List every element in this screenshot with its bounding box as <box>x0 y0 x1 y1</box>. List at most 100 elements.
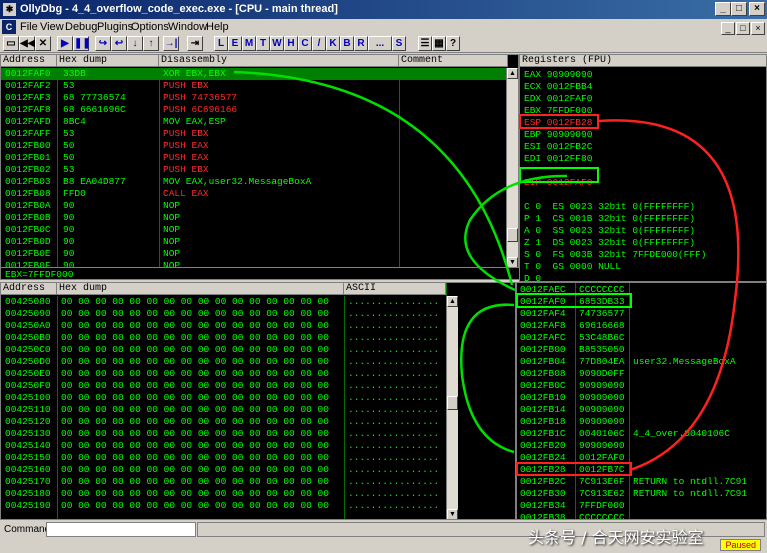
call-stack-button[interactable]: K <box>326 36 340 51</box>
stack-row[interactable]: 0012FB14 90909090 <box>517 404 766 416</box>
stack-row[interactable]: 0012FB2C 7C913E6F RETURN to ntdll.7C91 <box>517 476 766 488</box>
scroll-up-icon[interactable]: ▲ <box>447 296 458 307</box>
disasm-row[interactable]: 0012FAFD 8BC4 MOV EAX,ESP <box>1 116 508 128</box>
disasm-col-comment[interactable]: Comment <box>399 55 508 67</box>
disasm-row[interactable]: 0012FAFF 53 PUSH EBX <box>1 128 508 140</box>
disasm-row[interactable]: 0012FB01 50 PUSH EAX <box>1 152 508 164</box>
stack-pane[interactable]: 0012FAEC CCCCCCCC 0012FAF0 6853DB33 0012FAF4… <box>516 282 767 520</box>
register-line[interactable]: EDI 0012FF80 <box>524 153 592 165</box>
disasm-row[interactable]: 0012FAF3 68 77736574 PUSH 74736577 <box>1 92 508 104</box>
close-button[interactable]: × <box>749 2 765 16</box>
disasm-row[interactable]: 0012FB0C 90 NOP <box>1 224 508 236</box>
debug-options-button[interactable]: ☰ <box>418 36 432 51</box>
minimize-button[interactable]: _ <box>715 2 731 16</box>
stack-row[interactable]: 0012FB10 90909090 <box>517 392 766 404</box>
register-line[interactable]: ECX 0012FBB4 <box>524 81 592 93</box>
command-input[interactable] <box>46 522 196 537</box>
terminate-button[interactable]: ✕ <box>35 36 51 51</box>
stack-row[interactable]: 0012FAF0 6853DB33 <box>517 296 766 308</box>
stack-row[interactable]: 0012FB18 90909090 <box>517 416 766 428</box>
mdi-close-button[interactable]: × <box>751 22 765 35</box>
pause-button[interactable]: ❚❚ <box>73 36 91 51</box>
stack-row[interactable]: 0012FB24 0012FAF0 <box>517 452 766 464</box>
disassembly-pane[interactable]: Address Hex dump Disassembly Comment 001… <box>0 54 519 268</box>
handles-button[interactable]: H <box>284 36 298 51</box>
restart-button[interactable]: ◀◀ <box>19 36 35 51</box>
threads-button[interactable]: T <box>256 36 270 51</box>
memory-map-button[interactable]: M <box>242 36 256 51</box>
breakpoints-button[interactable]: B <box>340 36 354 51</box>
dump-col-ascii[interactable]: ASCII <box>344 283 446 295</box>
dump-scrollbar[interactable]: ▲ ▼ <box>446 296 458 519</box>
register-line[interactable]: A 0 SS 0023 32bit 0(FFFFFFFF) <box>524 225 695 237</box>
stack-row[interactable]: 0012FAFC 53C48B6C <box>517 332 766 344</box>
scroll-thumb[interactable] <box>447 396 458 410</box>
register-line[interactable]: EIP 0012FAF0 <box>524 177 592 189</box>
scroll-down-icon[interactable]: ▼ <box>447 509 458 519</box>
register-line[interactable]: T 0 GS 0000 NULL <box>524 261 621 273</box>
step-into-button[interactable]: ↪ <box>95 36 111 51</box>
trace-into-button[interactable]: ↓ <box>127 36 143 51</box>
cpu-button[interactable]: C <box>298 36 312 51</box>
stack-row[interactable]: 0012FB34 7FFDF000 <box>517 500 766 512</box>
stack-row[interactable]: 0012FAEC CCCCCCCC <box>517 284 766 296</box>
stack-row[interactable]: 0012FB04 77D804EA user32.MessageBoxA <box>517 356 766 368</box>
mdi-minimize-button[interactable]: _ <box>721 22 735 35</box>
stack-row[interactable]: 0012FB30 7C913E62 RETURN to ntdll.7C91 <box>517 488 766 500</box>
stack-row[interactable]: 0012FB08 9090D0FF <box>517 368 766 380</box>
log-window-button[interactable]: L <box>214 36 228 51</box>
register-line[interactable]: EBX 7FFDF000 <box>524 105 592 117</box>
menu-plugins[interactable]: Plugins <box>97 19 133 35</box>
executable-modules-button[interactable]: E <box>228 36 242 51</box>
stack-row[interactable]: 0012FB00 B8535050 <box>517 344 766 356</box>
stack-row[interactable]: 0012FB28 0012FB7C <box>517 464 766 476</box>
menu-debug[interactable]: Debug <box>65 19 97 35</box>
register-line[interactable]: EAX 90909090 <box>524 69 592 81</box>
register-line[interactable]: D 0 <box>524 273 541 281</box>
windows-button[interactable]: W <box>270 36 284 51</box>
disasm-row[interactable]: 0012FAF0 33DB XOR EBX,EBX <box>1 68 508 80</box>
stack-row[interactable]: 0012FAF4 74736577 <box>517 308 766 320</box>
scroll-up-icon[interactable]: ▲ <box>507 68 518 79</box>
register-line[interactable]: ESP 0012FB28 <box>524 117 592 129</box>
stack-row[interactable]: 0012FB20 90909090 <box>517 440 766 452</box>
stack-row[interactable]: 0012FB0C 90909090 <box>517 380 766 392</box>
register-line[interactable]: S 0 FS 003B 32bit 7FFDE000(FFF) <box>524 249 706 261</box>
execute-till-return-button[interactable]: →| <box>163 36 179 51</box>
registers-pane[interactable]: Registers (FPU) EAX 90909090 ECX 0012FBB4… <box>519 54 767 282</box>
register-line[interactable]: ESI 0012FB2C <box>524 141 592 153</box>
registers-header[interactable]: Registers (FPU) <box>520 55 766 67</box>
disasm-col-address[interactable]: Address <box>1 55 57 67</box>
menu-file[interactable]: File <box>20 19 38 35</box>
mdi-restore-button[interactable]: □ <box>736 22 750 35</box>
disasm-row[interactable]: 0012FB0E 90 NOP <box>1 248 508 260</box>
maximize-button[interactable]: □ <box>731 2 747 16</box>
disasm-row[interactable]: 0012FB02 53 PUSH EBX <box>1 164 508 176</box>
goto-button[interactable]: ⇥ <box>187 36 203 51</box>
disasm-row[interactable]: 0012FB03 B8 EA04D877 MOV EAX,user32.Messag… <box>1 176 508 188</box>
register-line[interactable]: Z 1 DS 0023 32bit 0(FFFFFFFF) <box>524 237 695 249</box>
disasm-row[interactable]: 0012FB00 50 PUSH EAX <box>1 140 508 152</box>
references-button[interactable]: R <box>354 36 368 51</box>
scroll-thumb[interactable] <box>507 228 518 242</box>
appearance-button[interactable]: ▦ <box>432 36 446 51</box>
ollydbg-app-icon[interactable]: ✱ <box>3 3 16 16</box>
disasm-row[interactable]: 0012FB0A 90 NOP <box>1 200 508 212</box>
help-button[interactable]: ? <box>446 36 460 51</box>
dump-col-address[interactable]: Address <box>1 283 57 295</box>
source-button[interactable]: S <box>392 36 406 51</box>
disasm-row[interactable]: 0012FB0B 90 NOP <box>1 212 508 224</box>
register-line[interactable]: P 1 CS 001B 32bit 0(FFFFFFFF) <box>524 213 695 225</box>
dump-pane[interactable]: Address Hex dump ASCII 00425080 00 00 00 … <box>0 282 516 520</box>
patches-button[interactable]: / <box>312 36 326 51</box>
run-trace-button[interactable]: ... <box>368 36 392 51</box>
menu-help[interactable]: Help <box>206 19 229 35</box>
register-line[interactable]: EBP 90909090 <box>524 129 592 141</box>
cpu-window-icon[interactable]: C <box>2 20 16 34</box>
step-over-button[interactable]: ↩ <box>111 36 127 51</box>
disasm-scrollbar[interactable]: ▲ ▼ <box>506 68 518 267</box>
menu-options[interactable]: Options <box>131 19 169 35</box>
disasm-col-hex[interactable]: Hex dump <box>57 55 159 67</box>
trace-over-button[interactable]: ↑ <box>143 36 159 51</box>
disasm-row[interactable]: 0012FB0D 90 NOP <box>1 236 508 248</box>
